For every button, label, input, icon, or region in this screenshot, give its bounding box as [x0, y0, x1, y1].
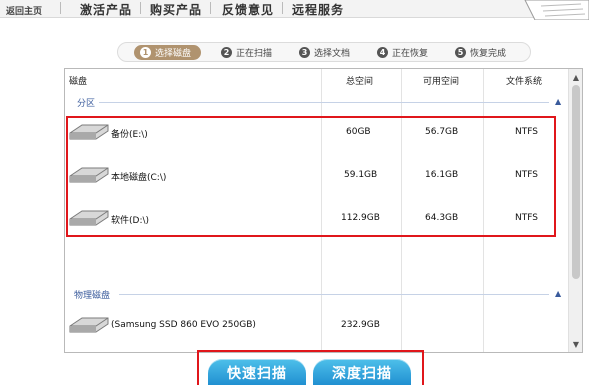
- step-label: 正在恢复: [392, 49, 429, 59]
- step-select-documents: 3 选择文档: [299, 45, 350, 60]
- step-number: 2: [221, 47, 232, 58]
- document-illustration-icon: [524, 0, 589, 20]
- nav-remote-service-link[interactable]: 远程服务: [292, 1, 344, 18]
- step-complete: 5 恢复完成: [455, 45, 506, 60]
- step-number: 4: [377, 47, 388, 58]
- top-navigation: 返回主页 激活产品 购买产品 反馈意见 远程服务: [0, 0, 589, 20]
- step-number: 3: [299, 47, 310, 58]
- column-header-free-space[interactable]: 可用空间: [423, 74, 459, 87]
- step-scanning: 2 正在扫描: [221, 45, 272, 60]
- column-header-total-space[interactable]: 总空间: [346, 74, 373, 87]
- quick-scan-button[interactable]: 快速扫描: [208, 359, 306, 385]
- scrollbar-thumb[interactable]: [572, 85, 580, 279]
- progress-stepper: 1 选择磁盘 2 正在扫描 3 选择文档 4 正在恢复 5 恢复完成: [117, 42, 531, 62]
- nav-feedback-link[interactable]: 反馈意见: [222, 1, 274, 18]
- step-recovering: 4 正在恢复: [377, 45, 428, 60]
- partitions-highlight-box: [66, 116, 556, 237]
- step-label: 正在扫描: [236, 49, 273, 59]
- hard-drive-icon: [69, 317, 109, 333]
- scroll-up-arrow-icon[interactable]: ▲: [569, 70, 582, 84]
- group-header-physical-disks[interactable]: 物理磁盘: [74, 288, 110, 301]
- group-divider: [119, 294, 549, 295]
- step-number: 5: [455, 47, 466, 58]
- collapse-icon[interactable]: ▲: [555, 97, 561, 106]
- disk-total-space: 232.9GB: [341, 320, 380, 330]
- column-header-file-system[interactable]: 文件系统: [506, 74, 542, 87]
- nav-activate-link[interactable]: 激活产品: [80, 1, 132, 18]
- step-number: 1: [140, 47, 151, 58]
- nav-divider: [140, 2, 141, 14]
- nav-home-link[interactable]: 返回主页: [6, 4, 42, 17]
- disk-name: (Samsung SSD 860 EVO 250GB): [111, 320, 256, 330]
- nav-divider: [60, 2, 61, 14]
- group-divider: [99, 102, 549, 103]
- group-header-partitions[interactable]: 分区: [77, 96, 95, 109]
- vertical-scrollbar[interactable]: ▲ ▼: [568, 69, 582, 352]
- collapse-icon[interactable]: ▲: [555, 289, 561, 298]
- nav-buy-link[interactable]: 购买产品: [150, 1, 202, 18]
- nav-divider: [282, 2, 283, 14]
- column-header-disk[interactable]: 磁盘: [69, 74, 87, 87]
- scroll-down-arrow-icon[interactable]: ▼: [569, 337, 582, 351]
- step-select-disk: 1 选择磁盘: [134, 45, 202, 60]
- nav-divider: [210, 2, 211, 14]
- deep-scan-button[interactable]: 深度扫描: [313, 359, 411, 385]
- step-label: 选择文档: [314, 49, 351, 59]
- step-label: 恢复完成: [470, 49, 507, 59]
- step-label: 选择磁盘: [155, 49, 192, 59]
